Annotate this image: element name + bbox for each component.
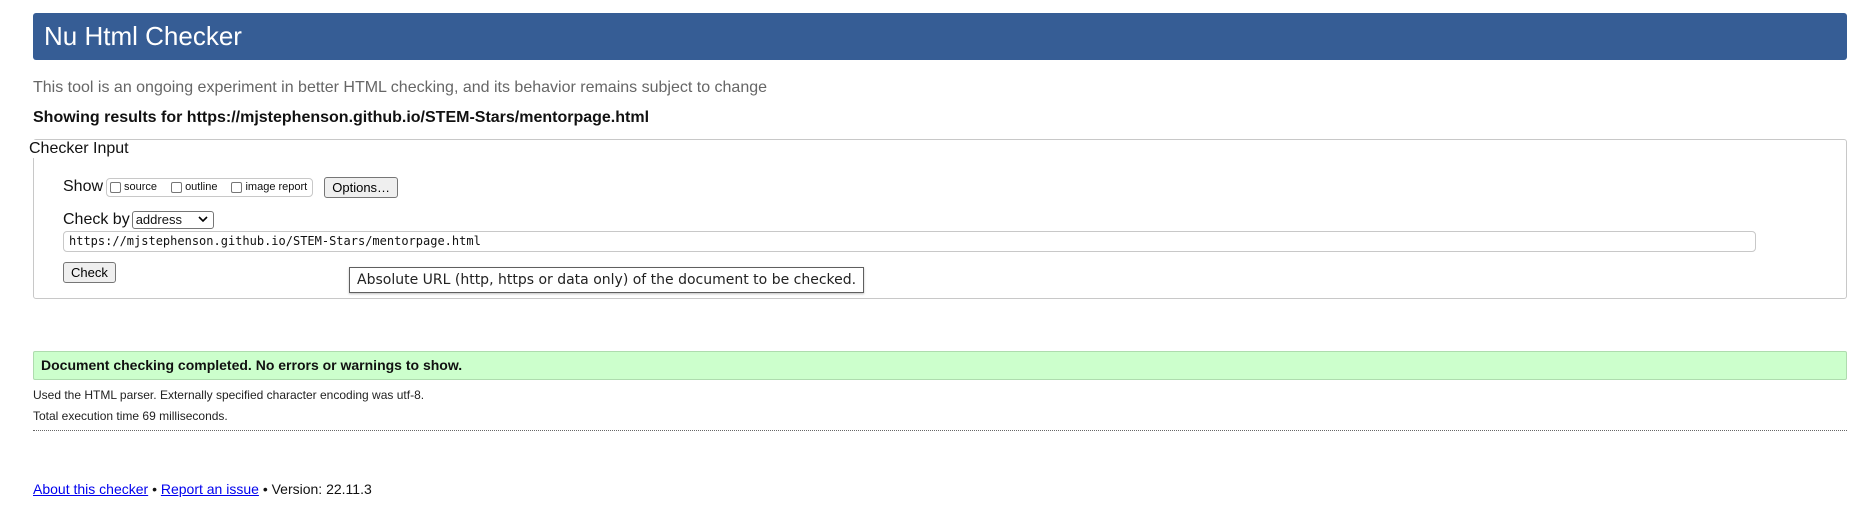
source-checkbox-label: source — [124, 181, 158, 193]
outline-checkbox-label: outline — [185, 181, 218, 193]
header-bar: Nu Html Checker — [33, 13, 1847, 60]
experiment-notice: This tool is an ongoing experiment in be… — [33, 79, 768, 96]
footer-separator: • — [262, 481, 268, 497]
show-source-option[interactable]: source — [110, 181, 157, 193]
check-button[interactable]: Check — [63, 262, 116, 283]
options-button[interactable]: Options… — [324, 176, 399, 198]
footer: About this checker • Report an issue • V… — [33, 481, 372, 497]
success-message: Document checking completed. No errors o… — [33, 351, 1847, 380]
footer-separator: • — [152, 481, 157, 497]
execution-time: Total execution time 69 milliseconds. — [33, 409, 228, 423]
chevron-down-icon — [198, 212, 208, 228]
results-for-heading: Showing results for https://mjstephenson… — [33, 109, 650, 126]
page-title: Nu Html Checker — [44, 21, 242, 51]
page: Nu Html Checker This tool is an ongoing … — [0, 0, 1872, 516]
url-input[interactable]: https://mjstephenson.github.io/STEM-Star… — [63, 231, 1756, 252]
check-by-select[interactable]: address — [131, 211, 214, 229]
version-text: Version: 22.11.3 — [271, 481, 372, 497]
show-options-row: Show source outline image report Options… — [63, 176, 399, 198]
image-report-checkbox[interactable] — [231, 181, 243, 193]
url-tooltip: Absolute URL (http, https or data only) … — [349, 267, 865, 293]
about-checker-link[interactable]: About this checker — [33, 481, 148, 497]
check-by-label: Check by — [63, 211, 130, 228]
checker-input-fieldset — [33, 139, 1847, 299]
show-image-report-option[interactable]: image report — [231, 181, 307, 193]
source-checkbox[interactable] — [110, 181, 122, 193]
report-issue-link[interactable]: Report an issue — [161, 481, 259, 497]
outline-checkbox[interactable] — [171, 181, 183, 193]
show-outline-option[interactable]: outline — [171, 181, 217, 193]
show-options-group: source outline image report — [106, 177, 314, 197]
parser-info: Used the HTML parser. Externally specifi… — [33, 388, 425, 402]
divider — [33, 430, 1847, 431]
checker-input-legend: Checker Input — [27, 140, 131, 158]
image-report-checkbox-label: image report — [245, 181, 308, 193]
show-label: Show — [63, 178, 104, 195]
check-by-row: Check by address — [63, 209, 214, 231]
check-by-selected-value: address — [135, 212, 182, 227]
